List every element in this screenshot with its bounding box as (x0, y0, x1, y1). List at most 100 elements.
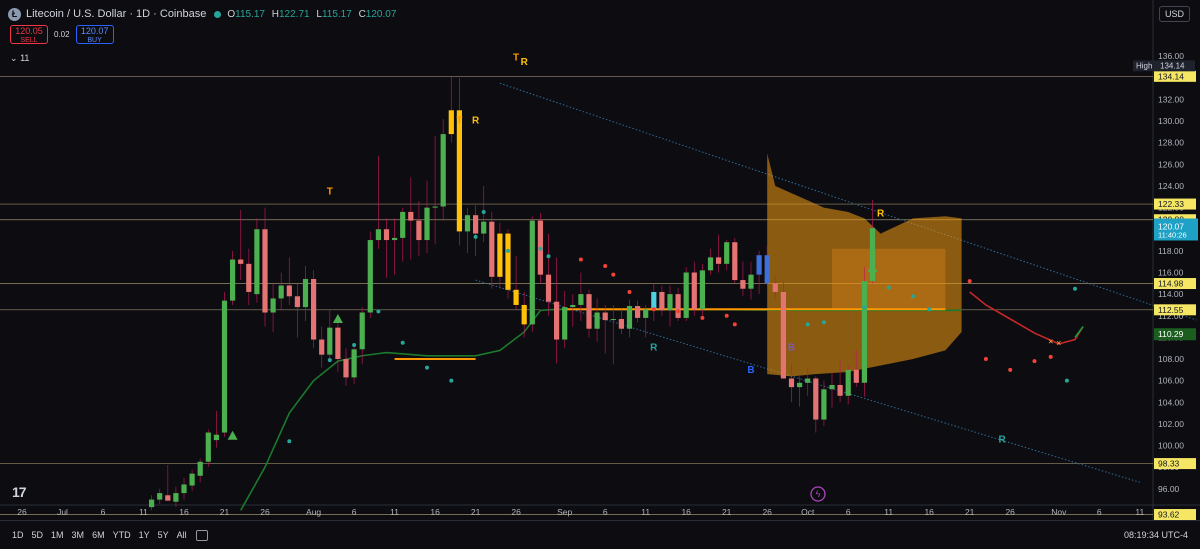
indicators-toggle[interactable]: ⌄ 11 (10, 53, 29, 64)
candle-body (643, 309, 649, 318)
cloud-inner-area (832, 248, 946, 310)
level-price-tag: 134.14 (1158, 71, 1184, 81)
candle-body (302, 278, 309, 308)
signal-dot (967, 279, 972, 284)
high-value: 122.71 (279, 8, 310, 20)
symbol-title[interactable]: Litecoin / U.S. Dollar · 1D · Coinbase (26, 8, 206, 20)
time-tick-label: 16 (179, 507, 189, 517)
price-tick-label: 118.00 (1158, 246, 1184, 256)
time-tick-label: 6 (1097, 507, 1102, 517)
timeframe-5y[interactable]: 5Y (158, 530, 169, 540)
timeframe-1y[interactable]: 1Y (139, 530, 150, 540)
candle-body (286, 285, 292, 297)
candle-body (489, 221, 495, 277)
candle-body (869, 228, 876, 282)
price-tick-label: 136.00 (1158, 51, 1184, 61)
candle-body (440, 134, 446, 207)
indicator-count: 11 (20, 53, 30, 63)
candle-body (221, 300, 228, 433)
time-tick-label: 26 (1005, 507, 1015, 517)
signal-dot (538, 246, 543, 251)
sell-label: SELL (20, 37, 38, 44)
candle-body (554, 301, 560, 340)
candle-body (367, 240, 373, 313)
timeframe-1d[interactable]: 1D (12, 530, 24, 540)
candle-body (432, 206, 438, 208)
candle-body (788, 378, 795, 388)
price-chart[interactable]: 96.0098.00100.00102.00104.00106.00108.00… (0, 0, 1200, 549)
signal-marker-label: B (747, 365, 754, 376)
candle-body (416, 220, 422, 241)
currency-selector[interactable]: USD (1158, 6, 1190, 22)
signal-dot (425, 365, 429, 370)
time-tick-label: 6 (101, 507, 106, 517)
level-price-tag: 93.62 (1158, 510, 1180, 520)
time-tick-label: 21 (965, 507, 975, 517)
time-tick-label: 21 (722, 507, 732, 517)
candle-body (594, 312, 600, 329)
candle-body (481, 221, 487, 234)
candle-body (764, 255, 770, 284)
candle-body (311, 278, 317, 340)
signal-dot (376, 309, 381, 314)
candle-body (756, 255, 762, 275)
time-tick-label: 26 (17, 507, 27, 517)
lightning-glyph: ϟ (816, 489, 821, 499)
price-tick-label: 128.00 (1158, 138, 1184, 148)
candle-body (813, 378, 819, 420)
time-tick-label: Jul (57, 507, 68, 517)
time-tick-label: 11 (139, 507, 148, 517)
level-price-tag: 98.33 (1158, 459, 1180, 469)
timeframe-1m[interactable]: 1M (51, 530, 64, 540)
candle-body (821, 389, 827, 420)
open-value: 115.17 (235, 8, 265, 20)
price-tick-label: 116.00 (1158, 268, 1184, 278)
signal-marker-label: R (998, 434, 1006, 445)
timeframe-all[interactable]: All (177, 530, 187, 540)
time-tick-label: 11 (390, 507, 399, 517)
signal-marker-label: T (327, 187, 333, 198)
high-marker-label: High (1136, 61, 1152, 70)
price-tick-label: 106.00 (1158, 376, 1184, 386)
candle-body (448, 110, 454, 135)
candle-body (797, 382, 803, 388)
cross-mark-icon: × (1048, 337, 1053, 347)
candle-body (651, 291, 657, 310)
candle-body (473, 215, 479, 234)
timeframe-5d[interactable]: 5D (32, 530, 44, 540)
candle-body (335, 327, 341, 360)
time-tick-label: 21 (471, 507, 481, 517)
signal-dot (911, 294, 915, 299)
candle-body (675, 294, 681, 318)
candle-body (497, 233, 503, 277)
timeframe-ytd[interactable]: YTD (113, 530, 131, 540)
time-tick-label: 16 (924, 507, 934, 517)
signal-dot (983, 357, 988, 362)
candle-body (319, 339, 325, 355)
calendar-icon[interactable] (196, 530, 208, 541)
candle-body (610, 319, 616, 321)
timeframe-bar: 1D 5D 1M 3M 6M YTD 1Y 5Y All (12, 530, 187, 540)
signal-dot (700, 315, 705, 320)
candle-body (562, 307, 568, 340)
signal-dot (352, 342, 357, 347)
candle-body (545, 274, 552, 302)
candle-body (213, 434, 219, 441)
timeframe-6m[interactable]: 6M (92, 530, 105, 540)
chart-window: 96.0098.00100.00102.00104.00106.00108.00… (0, 0, 1200, 549)
buy-label: BUY (87, 37, 102, 44)
sell-button[interactable]: 120.05 SELL (10, 25, 48, 44)
signal-dot (611, 272, 616, 277)
clock-readout[interactable]: 08:19:34 UTC-4 (1124, 530, 1188, 540)
signal-marker-label: R (472, 115, 480, 126)
signal-dot (506, 248, 510, 253)
timeframe-3m[interactable]: 3M (72, 530, 85, 540)
candle-body (691, 272, 697, 310)
buy-button[interactable]: 120.07 BUY (75, 25, 114, 44)
open-label: O (227, 8, 236, 20)
candle-body (343, 359, 349, 378)
signal-marker-label: T (513, 53, 519, 64)
trade-panel: 120.05 SELL 0.02 120.07 BUY (10, 25, 114, 44)
candle-body (667, 294, 673, 311)
time-tick-label: 6 (603, 507, 608, 517)
